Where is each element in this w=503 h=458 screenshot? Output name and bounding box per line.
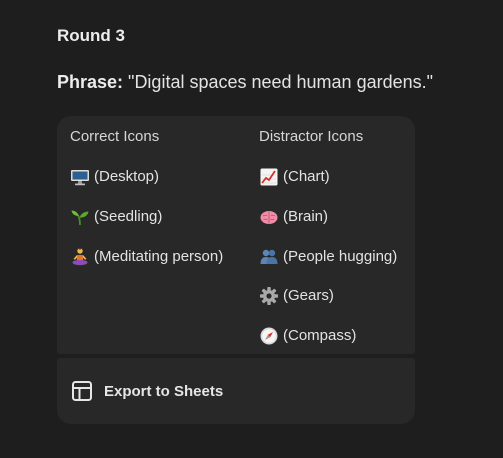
brain-icon: [259, 207, 279, 227]
export-to-sheets-label: Export to Sheets: [104, 382, 224, 400]
chart-icon: [259, 167, 279, 187]
people-hugging-icon: [259, 247, 279, 267]
table-footer: Export to Sheets: [57, 358, 415, 424]
round-title: Round 3: [57, 26, 125, 45]
phrase-label: Phrase:: [57, 72, 124, 92]
distractor-item-label: (Brain): [283, 208, 329, 225]
desktop-icon: [70, 167, 90, 187]
compass-icon: [259, 326, 279, 346]
distractor-icons-column: Distractor Icons (Chart) (Brain) (People…: [259, 128, 397, 345]
distractor-icons-header: Distractor Icons: [259, 128, 364, 145]
correct-icons-column: Correct Icons (Desktop) (Seedling) (Medi…: [70, 128, 223, 266]
distractor-item-label: (People hugging): [283, 248, 398, 265]
correct-item-meditating-person: (Meditating person): [70, 247, 223, 267]
distractor-item-label: (Chart): [283, 168, 330, 185]
distractor-item-label: (Compass): [283, 327, 357, 344]
phrase-text: "Digital spaces need human gardens.": [123, 72, 434, 92]
seedling-icon: [70, 207, 90, 227]
icons-table: Correct Icons (Desktop) (Seedling) (Medi…: [57, 116, 415, 354]
sheets-table-icon: [71, 380, 93, 402]
correct-item-desktop: (Desktop): [70, 167, 159, 187]
gears-icon: [259, 286, 279, 306]
correct-item-label: (Seedling): [94, 208, 163, 225]
export-to-sheets-button[interactable]: Export to Sheets: [71, 377, 223, 405]
distractor-item-chart: (Chart): [259, 167, 330, 187]
distractor-item-gears: (Gears): [259, 286, 334, 306]
correct-icons-header: Correct Icons: [70, 128, 160, 145]
correct-item-seedling: (Seedling): [70, 207, 162, 227]
distractor-item-people-hugging: (People hugging): [259, 247, 397, 267]
correct-item-label: (Meditating person): [94, 248, 224, 265]
correct-item-label: (Desktop): [94, 168, 160, 185]
distractor-item-compass: (Compass): [259, 326, 356, 346]
phrase-line: Phrase: "Digital spaces need human garde…: [57, 72, 433, 93]
distractor-item-brain: (Brain): [259, 207, 328, 227]
meditating-person-icon: [70, 247, 90, 267]
distractor-item-label: (Gears): [283, 287, 334, 304]
